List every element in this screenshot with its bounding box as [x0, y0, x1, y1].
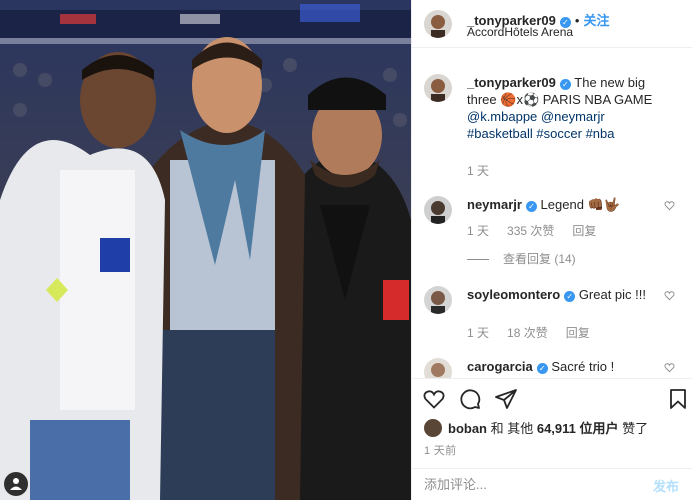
- comment-likes[interactable]: 18 次赞: [507, 326, 548, 340]
- reply-button[interactable]: 回复: [566, 326, 590, 340]
- action-bar: [412, 378, 692, 418]
- separator-dot: •: [574, 13, 580, 28]
- comment-meta: 1 天 335 次赞 回复: [467, 222, 614, 239]
- verified-icon: ✓: [564, 291, 576, 302]
- comment-time[interactable]: 1 天: [467, 326, 489, 340]
- first-liker[interactable]: boban: [448, 421, 487, 436]
- post-timestamp[interactable]: 1 天前: [424, 442, 456, 458]
- view-replies-label: 查看回复 (14): [503, 252, 576, 266]
- comment-content: Legend 👊🏾🤟🏾: [540, 197, 620, 212]
- comment-icon[interactable]: [458, 387, 482, 411]
- mention-mbappe[interactable]: @k.mbappe: [467, 109, 537, 124]
- comment-text: neymarjr ✓ Legend 👊🏾🤟🏾: [467, 196, 672, 213]
- avatar[interactable]: [424, 419, 442, 437]
- post-photo[interactable]: [0, 0, 411, 500]
- caption-username[interactable]: _tonyparker09: [467, 75, 556, 90]
- hashtag-basketball[interactable]: #basketball: [467, 126, 533, 141]
- post-sidebar: _tonyparker09 ✓ • 关注 AccordHôtels Arena _to…: [411, 0, 692, 500]
- likes-summary: boban 和 其他 64,911 位用户 赞了: [424, 418, 648, 437]
- follow-button[interactable]: 关注: [583, 13, 609, 28]
- verified-icon: ✓: [525, 201, 537, 212]
- heart-icon[interactable]: [664, 290, 675, 301]
- caption-text: _tonyparker09 ✓ The new big three 🏀x⚽ PAR…: [467, 74, 672, 142]
- bookmark-icon[interactable]: [666, 387, 690, 411]
- comment-likes[interactable]: 335 次赞: [507, 224, 554, 238]
- verified-icon: ✓: [536, 363, 548, 374]
- post-header: _tonyparker09 ✓ • 关注 AccordHôtels Arena: [412, 0, 692, 48]
- avatar[interactable]: [424, 196, 452, 224]
- likes-count[interactable]: 64,911 位用户: [537, 421, 619, 436]
- caption-time[interactable]: 1 天: [467, 164, 489, 178]
- add-comment-input[interactable]: [424, 477, 624, 492]
- heart-icon[interactable]: [422, 387, 446, 411]
- comment-text: soyleomontero ✓ Great pic !!!: [467, 286, 672, 303]
- replies-divider: [467, 259, 489, 261]
- caption-text-2: PARIS NBA GAME: [539, 92, 653, 107]
- likes-suffix: 赞了: [618, 421, 649, 436]
- comment-text: carogarcia ✓ Sacré trio !: [467, 358, 672, 375]
- avatar[interactable]: [424, 358, 452, 378]
- post-comment-button[interactable]: 发布: [653, 476, 679, 495]
- hashtag-soccer[interactable]: #soccer: [536, 126, 582, 141]
- comment-username[interactable]: soyleomontero: [467, 287, 560, 302]
- comment-username[interactable]: carogarcia: [467, 359, 533, 374]
- heart-icon[interactable]: [664, 200, 675, 211]
- comment-content: Sacré trio !: [551, 359, 615, 374]
- hashtag-nba[interactable]: #nba: [586, 126, 615, 141]
- add-comment-bar: 发布: [412, 468, 692, 500]
- likes-and-others: 和 其他: [487, 421, 537, 436]
- verified-icon: ✓: [559, 79, 571, 90]
- avatar[interactable]: [424, 10, 452, 38]
- view-replies-button[interactable]: 查看回复 (14): [467, 250, 576, 267]
- comment-meta: 1 天 18 次赞 回复: [467, 324, 608, 341]
- comments-list[interactable]: _tonyparker09 ✓ The new big three 🏀x⚽ PAR…: [412, 60, 692, 378]
- heart-icon[interactable]: [664, 362, 675, 373]
- share-icon[interactable]: [494, 387, 518, 411]
- caption-meta: 1 天: [467, 162, 507, 179]
- comment-time[interactable]: 1 天: [467, 224, 489, 238]
- photo-illustration: [0, 0, 411, 500]
- user-tag-icon[interactable]: [4, 472, 28, 496]
- soccer-emoji: ⚽: [522, 92, 540, 107]
- reply-button[interactable]: 回复: [572, 224, 596, 238]
- basketball-emoji: 🏀: [500, 92, 517, 107]
- avatar[interactable]: [424, 74, 452, 102]
- comment-username[interactable]: neymarjr: [467, 197, 522, 212]
- avatar[interactable]: [424, 286, 452, 314]
- location-link[interactable]: AccordHôtels Arena: [467, 25, 573, 39]
- comment-content: Great pic !!!: [578, 287, 647, 302]
- mention-neymarjr[interactable]: @neymarjr: [541, 109, 605, 124]
